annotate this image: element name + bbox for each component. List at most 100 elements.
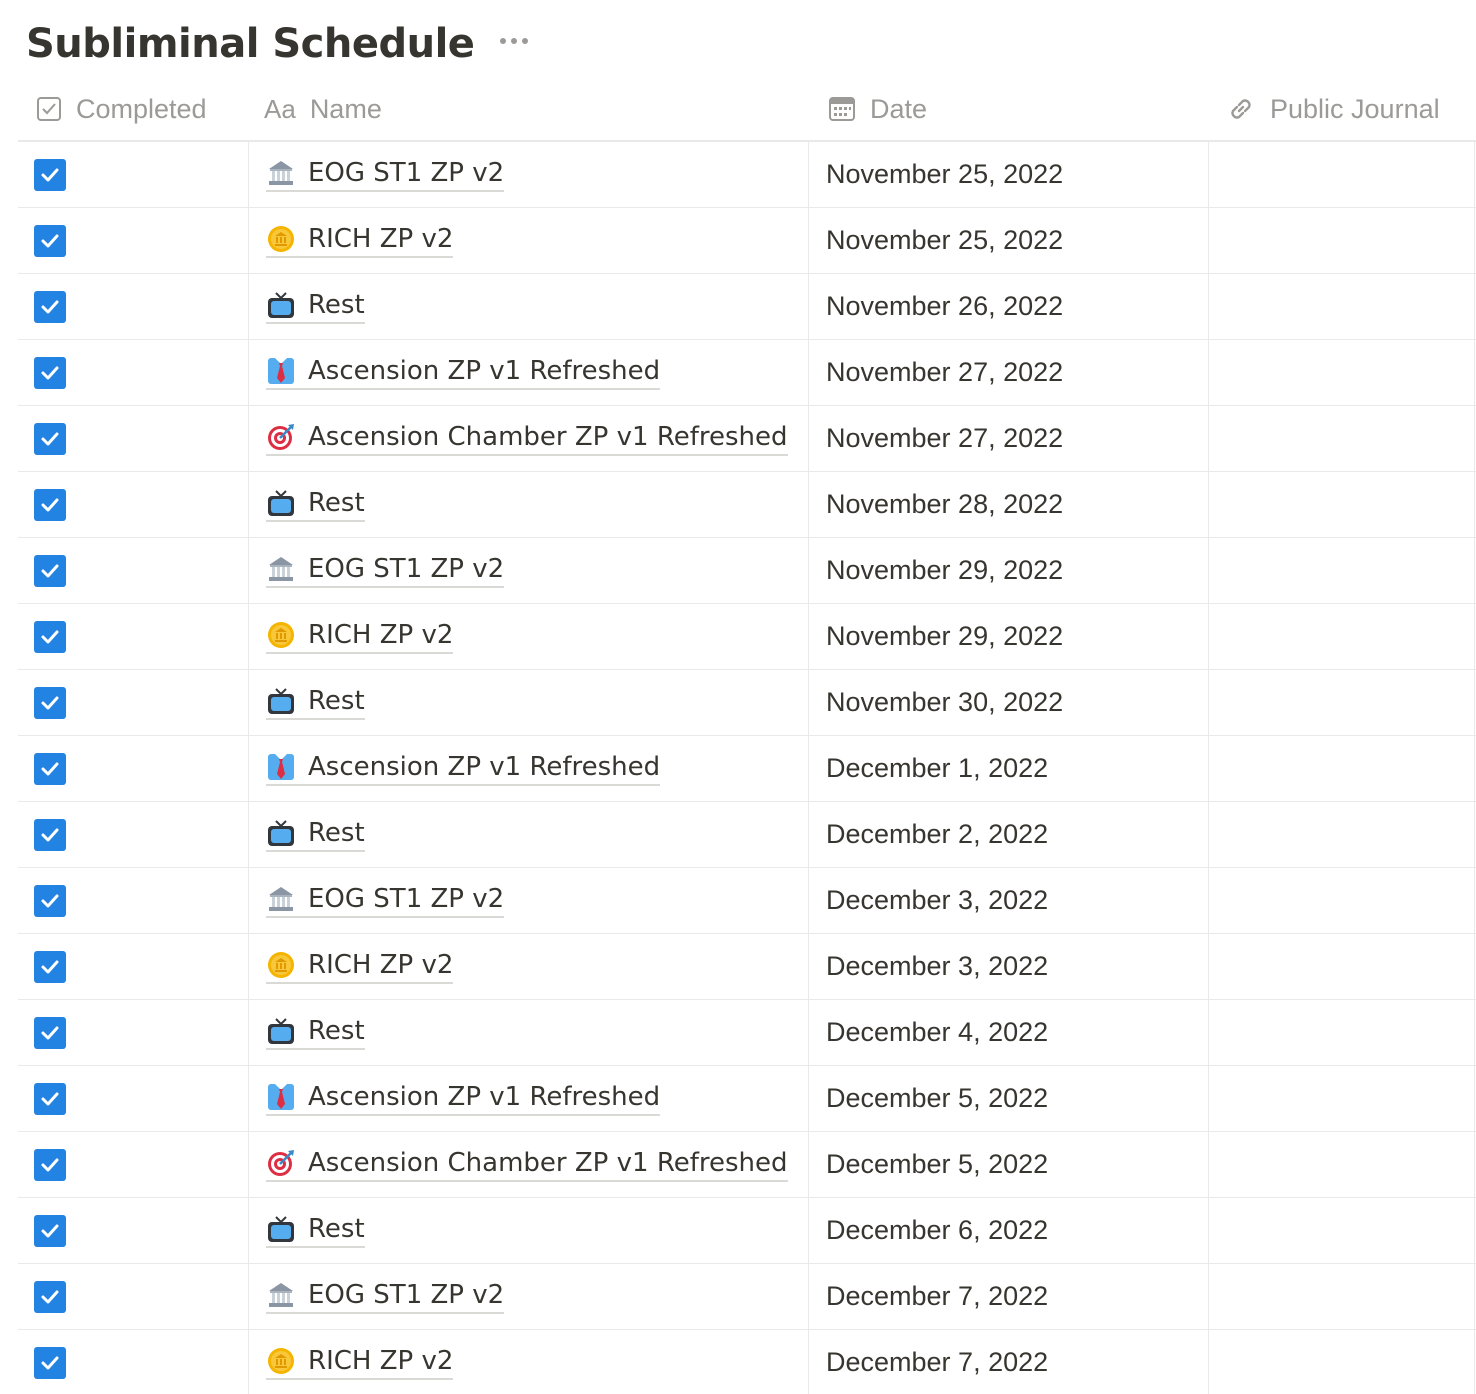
table-row[interactable]: Rest November 26, 2022 <box>18 274 1476 340</box>
public-journal-cell[interactable] <box>1208 934 1475 999</box>
table-row[interactable]: EOG ST1 ZP v2 December 7, 2022 <box>18 1264 1476 1330</box>
table-row[interactable]: RICH ZP v2 December 3, 2022 <box>18 934 1476 1000</box>
public-journal-cell[interactable] <box>1208 142 1475 207</box>
date-cell[interactable]: November 30, 2022 <box>808 670 1209 735</box>
public-journal-cell[interactable] <box>1208 538 1475 603</box>
name-cell[interactable]: Rest <box>248 1000 809 1065</box>
date-cell[interactable]: December 5, 2022 <box>808 1132 1209 1197</box>
public-journal-cell[interactable] <box>1208 868 1475 933</box>
date-cell[interactable]: November 25, 2022 <box>808 142 1209 207</box>
name-cell[interactable]: Rest <box>248 274 809 339</box>
public-journal-cell[interactable] <box>1208 274 1475 339</box>
public-journal-cell[interactable] <box>1208 1132 1475 1197</box>
page-link[interactable]: RICH ZP v2 <box>266 1346 454 1380</box>
date-cell[interactable]: December 3, 2022 <box>808 934 1209 999</box>
completed-checkbox[interactable] <box>34 1082 66 1115</box>
name-cell[interactable]: RICH ZP v2 <box>248 208 809 273</box>
completed-checkbox[interactable] <box>34 488 66 521</box>
page-link[interactable]: Ascension ZP v1 Refreshed <box>266 356 661 390</box>
name-cell[interactable]: Rest <box>248 670 809 735</box>
public-journal-cell[interactable] <box>1208 1330 1475 1394</box>
completed-checkbox[interactable] <box>34 686 66 719</box>
date-cell[interactable]: November 25, 2022 <box>808 208 1209 273</box>
table-row[interactable]: RICH ZP v2 December 7, 2022 <box>18 1330 1476 1394</box>
table-row[interactable]: Rest December 2, 2022 <box>18 802 1476 868</box>
name-cell[interactable]: Ascension Chamber ZP v1 Refreshed <box>248 406 809 471</box>
more-options-button[interactable] <box>496 27 532 55</box>
completed-checkbox[interactable] <box>34 620 66 653</box>
completed-checkbox[interactable] <box>34 950 66 983</box>
completed-checkbox[interactable] <box>34 1148 66 1181</box>
completed-checkbox[interactable] <box>34 818 66 851</box>
page-link[interactable]: Ascension ZP v1 Refreshed <box>266 1082 661 1116</box>
page-link[interactable]: Ascension Chamber ZP v1 Refreshed <box>266 1148 788 1182</box>
public-journal-cell[interactable] <box>1208 208 1475 273</box>
page-link[interactable]: EOG ST1 ZP v2 <box>266 1280 505 1314</box>
public-journal-cell[interactable] <box>1208 802 1475 867</box>
table-row[interactable]: Ascension ZP v1 Refreshed November 27, 20… <box>18 340 1476 406</box>
page-link[interactable]: Rest <box>266 290 365 324</box>
completed-checkbox[interactable] <box>34 158 66 191</box>
completed-checkbox[interactable] <box>34 1214 66 1247</box>
table-row[interactable]: Ascension ZP v1 Refreshed December 1, 202… <box>18 736 1476 802</box>
completed-checkbox[interactable] <box>34 752 66 785</box>
date-cell[interactable]: December 4, 2022 <box>808 1000 1209 1065</box>
page-link[interactable]: EOG ST1 ZP v2 <box>266 158 505 192</box>
page-link[interactable]: Rest <box>266 818 365 852</box>
date-cell[interactable]: December 6, 2022 <box>808 1198 1209 1263</box>
table-row[interactable]: RICH ZP v2 November 25, 2022 <box>18 208 1476 274</box>
completed-checkbox[interactable] <box>34 884 66 917</box>
table-row[interactable]: Ascension Chamber ZP v1 Refreshed Decembe… <box>18 1132 1476 1198</box>
name-cell[interactable]: EOG ST1 ZP v2 <box>248 868 809 933</box>
page-link[interactable]: Rest <box>266 1016 365 1050</box>
table-row[interactable]: Rest December 4, 2022 <box>18 1000 1476 1066</box>
completed-checkbox[interactable] <box>34 554 66 587</box>
table-row[interactable]: Rest November 30, 2022 <box>18 670 1476 736</box>
public-journal-cell[interactable] <box>1208 472 1475 537</box>
completed-checkbox[interactable] <box>34 290 66 323</box>
public-journal-cell[interactable] <box>1208 604 1475 669</box>
table-row[interactable]: RICH ZP v2 November 29, 2022 <box>18 604 1476 670</box>
name-cell[interactable]: RICH ZP v2 <box>248 604 809 669</box>
column-header-date[interactable]: Date <box>828 78 927 140</box>
page-link[interactable]: RICH ZP v2 <box>266 950 454 984</box>
date-cell[interactable]: December 1, 2022 <box>808 736 1209 801</box>
date-cell[interactable]: November 29, 2022 <box>808 604 1209 669</box>
page-link[interactable]: Rest <box>266 488 365 522</box>
name-cell[interactable]: Ascension ZP v1 Refreshed <box>248 1066 809 1131</box>
public-journal-cell[interactable] <box>1208 670 1475 735</box>
date-cell[interactable]: December 5, 2022 <box>808 1066 1209 1131</box>
date-cell[interactable]: November 27, 2022 <box>808 406 1209 471</box>
page-link[interactable]: Rest <box>266 1214 365 1248</box>
name-cell[interactable]: Rest <box>248 1198 809 1263</box>
date-cell[interactable]: November 29, 2022 <box>808 538 1209 603</box>
page-link[interactable]: Rest <box>266 686 365 720</box>
page-link[interactable]: RICH ZP v2 <box>266 224 454 258</box>
name-cell[interactable]: Ascension ZP v1 Refreshed <box>248 340 809 405</box>
completed-checkbox[interactable] <box>34 1346 66 1379</box>
table-row[interactable]: EOG ST1 ZP v2 December 3, 2022 <box>18 868 1476 934</box>
date-cell[interactable]: December 2, 2022 <box>808 802 1209 867</box>
public-journal-cell[interactable] <box>1208 340 1475 405</box>
name-cell[interactable]: Ascension Chamber ZP v1 Refreshed <box>248 1132 809 1197</box>
table-row[interactable]: Rest December 6, 2022 <box>18 1198 1476 1264</box>
page-link[interactable]: EOG ST1 ZP v2 <box>266 554 505 588</box>
table-row[interactable]: EOG ST1 ZP v2 November 25, 2022 <box>18 142 1476 208</box>
name-cell[interactable]: RICH ZP v2 <box>248 934 809 999</box>
page-link[interactable]: EOG ST1 ZP v2 <box>266 884 505 918</box>
public-journal-cell[interactable] <box>1208 1264 1475 1329</box>
name-cell[interactable]: EOG ST1 ZP v2 <box>248 1264 809 1329</box>
completed-checkbox[interactable] <box>34 356 66 389</box>
completed-checkbox[interactable] <box>34 1016 66 1049</box>
date-cell[interactable]: November 26, 2022 <box>808 274 1209 339</box>
table-row[interactable]: Ascension ZP v1 Refreshed December 5, 202… <box>18 1066 1476 1132</box>
table-row[interactable]: EOG ST1 ZP v2 November 29, 2022 <box>18 538 1476 604</box>
completed-checkbox[interactable] <box>34 224 66 257</box>
name-cell[interactable]: EOG ST1 ZP v2 <box>248 538 809 603</box>
date-cell[interactable]: December 3, 2022 <box>808 868 1209 933</box>
name-cell[interactable]: Rest <box>248 472 809 537</box>
date-cell[interactable]: December 7, 2022 <box>808 1330 1209 1394</box>
column-header-public-journal[interactable]: Public Journal <box>1226 78 1440 140</box>
table-row[interactable]: Rest November 28, 2022 <box>18 472 1476 538</box>
column-header-name[interactable]: Aa Name <box>264 78 382 140</box>
